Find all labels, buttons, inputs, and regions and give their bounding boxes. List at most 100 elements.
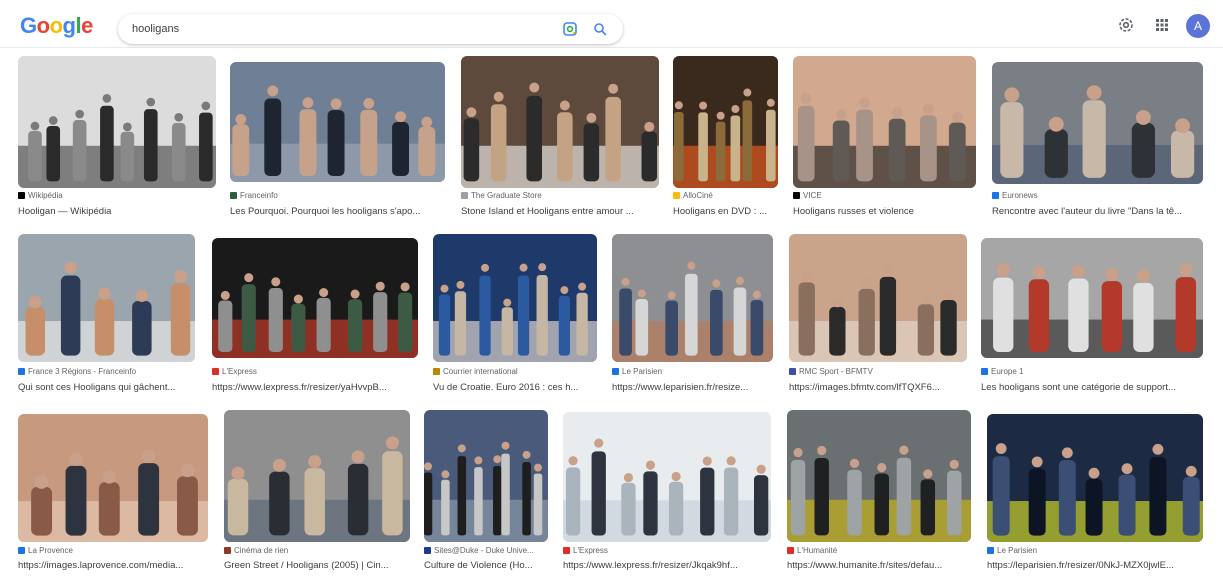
- result-caption[interactable]: https://www.humanite.fr/sites/defau...: [787, 560, 975, 571]
- logo-letter: g: [62, 13, 76, 38]
- lexpress-favicon-icon: [212, 368, 219, 375]
- result-thumbnail[interactable]: [789, 234, 967, 362]
- google-lens-icon[interactable]: [562, 21, 578, 37]
- result-source-label: Sites@Duke - Duke Unive...: [434, 546, 534, 555]
- search-bar[interactable]: [118, 14, 623, 44]
- courrier-international-favicon-icon: [433, 368, 440, 375]
- result-thumbnail[interactable]: [18, 234, 195, 362]
- result-source[interactable]: Courrier international: [433, 367, 600, 376]
- result-source[interactable]: Le Parisien: [612, 367, 777, 376]
- result-thumbnail[interactable]: [793, 56, 976, 188]
- lexpress-favicon-icon: [563, 547, 570, 554]
- result-source-label: AlloCiné: [683, 191, 713, 200]
- result-caption[interactable]: https://www.leparisien.fr/resize...: [612, 382, 777, 393]
- result-thumbnail[interactable]: [981, 238, 1203, 358]
- result-source-label: Courrier international: [443, 367, 518, 376]
- apps-grid-icon[interactable]: [1153, 16, 1171, 34]
- result-caption[interactable]: https://leparisien.fr/resizer/0NkJ-MZX0j…: [987, 560, 1210, 571]
- result-source-label: L'Express: [222, 367, 257, 376]
- vice-favicon-icon: [793, 192, 800, 199]
- result-source-label: L'Express: [573, 546, 608, 555]
- result-source-label: RMC Sport - BFMTV: [799, 367, 873, 376]
- result-source[interactable]: RMC Sport - BFMTV: [789, 367, 969, 376]
- result-source[interactable]: AlloCiné: [673, 191, 781, 200]
- result-source-label: Franceinfo: [240, 191, 278, 200]
- logo-letter: o: [49, 13, 63, 38]
- result-caption[interactable]: Qui sont ces Hooligans qui gâchent...: [18, 382, 200, 393]
- result-source-label: France 3 Régions - Franceinfo: [28, 367, 137, 376]
- rmc-sport-favicon-icon: [789, 368, 796, 375]
- result-thumbnail[interactable]: [424, 410, 548, 542]
- result-source[interactable]: Wikipédia: [18, 191, 218, 200]
- leparisien-favicon-icon: [987, 547, 994, 554]
- result-caption[interactable]: Culture de Violence (Ho...: [424, 560, 551, 571]
- logo-letter: o: [36, 13, 50, 38]
- result-thumbnail[interactable]: [224, 410, 410, 542]
- search-icon[interactable]: [592, 21, 608, 37]
- result-thumbnail[interactable]: [461, 56, 659, 188]
- result-caption[interactable]: https://images.laprovence.com/media...: [18, 560, 212, 571]
- result-caption[interactable]: https://www.lexpress.fr/resizer/Jkqak9hf…: [563, 560, 775, 571]
- result-source[interactable]: Sites@Duke - Duke Unive...: [424, 546, 551, 555]
- cinema-de-rien-favicon-icon: [224, 547, 231, 554]
- result-thumbnail[interactable]: [563, 412, 771, 542]
- laprovence-favicon-icon: [18, 547, 25, 554]
- wikipedia-favicon-icon: [18, 192, 25, 199]
- graduate-store-favicon-icon: [461, 192, 468, 199]
- result-thumbnail[interactable]: [18, 56, 216, 188]
- result-source[interactable]: Le Parisien: [987, 546, 1210, 555]
- result-thumbnail[interactable]: [992, 62, 1203, 184]
- leparisien-favicon-icon: [612, 368, 619, 375]
- result-source[interactable]: Euronews: [992, 191, 1210, 200]
- result-source-label: Le Parisien: [622, 367, 663, 376]
- result-source[interactable]: L'Humanité: [787, 546, 975, 555]
- result-caption[interactable]: Stone Island et Hooligans entre amour ..…: [461, 206, 661, 217]
- europe1-favicon-icon: [981, 368, 988, 375]
- result-source[interactable]: VICE: [793, 191, 980, 200]
- france3-favicon-icon: [18, 368, 25, 375]
- logo-letter: e: [81, 13, 93, 38]
- result-thumbnail[interactable]: [987, 414, 1203, 542]
- result-source[interactable]: The Graduate Store: [461, 191, 661, 200]
- result-thumbnail[interactable]: [212, 238, 418, 358]
- result-source[interactable]: L'Express: [563, 546, 775, 555]
- result-source-label: Europe 1: [991, 367, 1024, 376]
- result-caption[interactable]: https://images.bfmtv.com/lfTQXF6...: [789, 382, 969, 393]
- result-caption[interactable]: Vu de Croatie. Euro 2016 : ces h...: [433, 382, 600, 393]
- result-thumbnail[interactable]: [612, 234, 773, 362]
- result-thumbnail[interactable]: [787, 410, 971, 542]
- result-thumbnail[interactable]: [673, 56, 778, 188]
- result-caption[interactable]: Hooligan — Wikipédia: [18, 206, 218, 217]
- google-logo[interactable]: Google: [20, 13, 93, 39]
- result-caption[interactable]: Green Street / Hooligans (2005) | Cin...: [224, 560, 412, 571]
- logo-letter: G: [20, 13, 37, 38]
- settings-icon[interactable]: [1117, 16, 1135, 34]
- result-caption[interactable]: https://www.lexpress.fr/resizer/yaHvvpB.…: [212, 382, 421, 393]
- result-source-label: VICE: [803, 191, 822, 200]
- humanite-favicon-icon: [787, 547, 794, 554]
- allocine-favicon-icon: [673, 192, 680, 199]
- result-thumbnail[interactable]: [18, 414, 208, 542]
- result-source[interactable]: Franceinfo: [230, 191, 449, 200]
- result-source[interactable]: L'Express: [212, 367, 421, 376]
- result-source-label: La Provence: [28, 546, 73, 555]
- result-source[interactable]: Cinéma de rien: [224, 546, 412, 555]
- euronews-favicon-icon: [992, 192, 999, 199]
- result-source[interactable]: La Provence: [18, 546, 212, 555]
- result-source-label: Euronews: [1002, 191, 1038, 200]
- result-source-label: The Graduate Store: [471, 191, 542, 200]
- account-avatar[interactable]: A: [1186, 14, 1210, 38]
- result-source[interactable]: France 3 Régions - Franceinfo: [18, 367, 200, 376]
- result-caption[interactable]: Rencontre avec l'auteur du livre "Dans l…: [992, 206, 1210, 217]
- result-caption[interactable]: Les Pourquoi. Pourquoi les hooligans s'a…: [230, 206, 449, 217]
- result-source-label: Wikipédia: [28, 191, 63, 200]
- result-caption[interactable]: Les hooligans sont une catégorie de supp…: [981, 382, 1210, 393]
- result-source[interactable]: Europe 1: [981, 367, 1210, 376]
- result-thumbnail[interactable]: [230, 62, 445, 182]
- result-source-label: Cinéma de rien: [234, 546, 289, 555]
- result-caption[interactable]: Hooligans russes et violence: [793, 206, 980, 217]
- duke-favicon-icon: [424, 547, 431, 554]
- result-caption[interactable]: Hooligans en DVD : ...: [673, 206, 781, 217]
- search-input[interactable]: [132, 20, 552, 38]
- result-thumbnail[interactable]: [433, 234, 597, 362]
